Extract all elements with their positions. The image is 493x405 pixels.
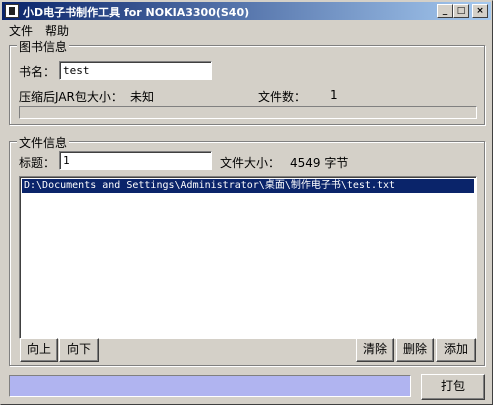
file-info-group-title: 文件信息 xyxy=(17,134,70,151)
title-bar[interactable]: 小D电子书制作工具 for NOKIA3300(S40) _ □ × xyxy=(2,2,491,20)
status-box xyxy=(9,375,411,397)
file-size-label: 文件大小： xyxy=(220,156,281,170)
maximize-button[interactable]: □ xyxy=(453,4,469,18)
book-info-group: 图书信息 书名： test 压缩后JAR包大小： 未知 文件数： 1 xyxy=(9,38,485,125)
delete-button[interactable]: 删除 xyxy=(396,338,434,362)
minimize-button[interactable]: _ xyxy=(437,4,453,18)
book-name-label: 书名： xyxy=(19,65,56,79)
clear-button[interactable]: 清除 xyxy=(356,338,394,362)
window-title: 小D电子书制作工具 for NOKIA3300(S40) xyxy=(23,6,250,19)
menu-help[interactable]: 帮助 xyxy=(45,22,69,39)
menu-file[interactable]: 文件 xyxy=(9,22,33,39)
book-info-group-title: 图书信息 xyxy=(17,38,70,55)
jar-size-label: 压缩后JAR包大小： xyxy=(19,90,123,104)
close-button[interactable]: × xyxy=(472,4,488,18)
pack-button[interactable]: 打包 xyxy=(421,374,485,400)
file-list-item[interactable]: D:\Documents and Settings\Administrator\… xyxy=(22,179,474,193)
move-up-button[interactable]: 向上 xyxy=(20,338,58,362)
file-size-value: 4549 字节 xyxy=(290,156,349,170)
app-book-icon xyxy=(5,4,19,18)
file-list[interactable]: D:\Documents and Settings\Administrator\… xyxy=(19,176,477,339)
main-window: 小D电子书制作工具 for NOKIA3300(S40) _ □ × 文件 帮助… xyxy=(0,0,493,405)
file-count-label: 文件数： xyxy=(258,90,307,104)
file-info-group: 文件信息 标题： 1 文件大小： 4549 字节 D:\Documents an… xyxy=(9,134,485,366)
file-count-value: 1 xyxy=(330,88,338,102)
book-name-input[interactable]: test xyxy=(59,61,212,80)
jar-size-value: 未知 xyxy=(130,90,155,104)
add-button[interactable]: 添加 xyxy=(436,338,476,362)
title-input[interactable]: 1 xyxy=(59,151,212,170)
title-label: 标题： xyxy=(19,156,56,170)
pack-progress-bar xyxy=(19,106,477,119)
move-down-button[interactable]: 向下 xyxy=(59,338,99,362)
